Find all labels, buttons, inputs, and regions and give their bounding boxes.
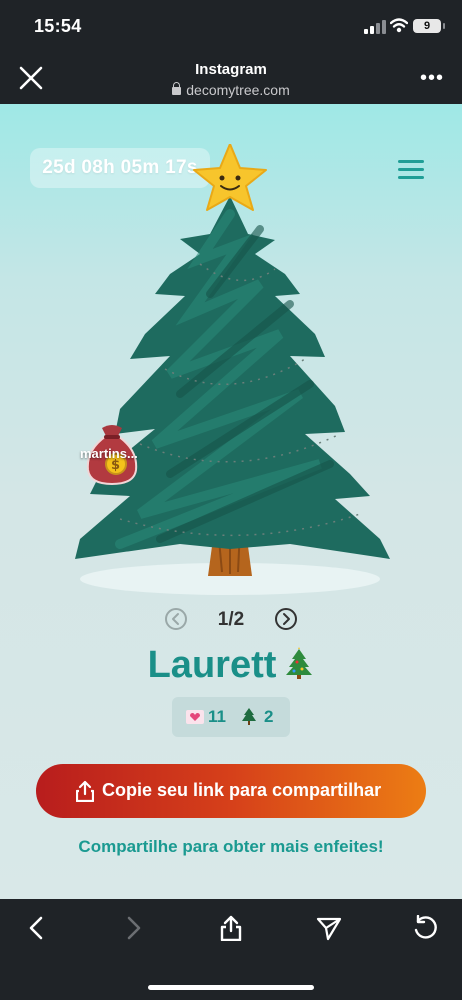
- browser-url: decomytree.com: [0, 82, 462, 98]
- battery-level: 9: [423, 20, 431, 32]
- status-bar: 15:54 9: [0, 0, 462, 52]
- hamburger-menu-icon[interactable]: [398, 160, 424, 180]
- status-time: 15:54: [34, 16, 82, 36]
- web-page: 25d 08h 05m 17s $ martins... 1/2 Laurett…: [0, 104, 462, 899]
- copy-share-link-button[interactable]: Copie seu link para compartilhar: [36, 764, 426, 818]
- url-text: decomytree.com: [186, 82, 290, 98]
- wifi-icon: [390, 18, 408, 33]
- heart-letter-icon: [186, 710, 204, 724]
- tree-count-icon: [242, 708, 256, 725]
- share-hint: Compartilhe para obter mais enfeites!: [78, 837, 384, 856]
- christmas-tree: [75, 144, 390, 595]
- page-indicator: 1/2: [217, 609, 245, 630]
- browser-title: Instagram: [195, 61, 267, 78]
- battery-icon: 9: [413, 19, 445, 33]
- more-options-icon[interactable]: •••: [420, 68, 444, 88]
- next-page-icon[interactable]: [274, 607, 298, 631]
- christmas-tree-icon: [286, 646, 313, 679]
- share-icon[interactable]: [218, 915, 244, 941]
- reload-icon[interactable]: [412, 915, 438, 941]
- send-icon[interactable]: [316, 915, 342, 941]
- likes-count: 11: [208, 707, 226, 726]
- back-icon[interactable]: [24, 915, 50, 941]
- ornament-label: martins...: [80, 446, 138, 461]
- tree-owner-name: Laurett: [0, 644, 462, 687]
- browser-header: Instagram decomytree.com •••: [0, 52, 462, 104]
- trees-count: 2: [264, 707, 274, 726]
- owner-name-text: Laurett: [147, 644, 277, 686]
- tree-stats: 11 2: [172, 697, 290, 737]
- share-button-label: Copie seu link para compartilhar: [102, 780, 382, 800]
- pager: 1/2: [0, 604, 462, 634]
- ornament-money-bag[interactable]: $ martins...: [80, 420, 150, 490]
- share-icon: [76, 780, 94, 802]
- forward-icon[interactable]: [120, 915, 146, 941]
- signal-icon: [364, 20, 386, 34]
- home-indicator: [148, 985, 314, 990]
- lock-icon: [172, 82, 182, 95]
